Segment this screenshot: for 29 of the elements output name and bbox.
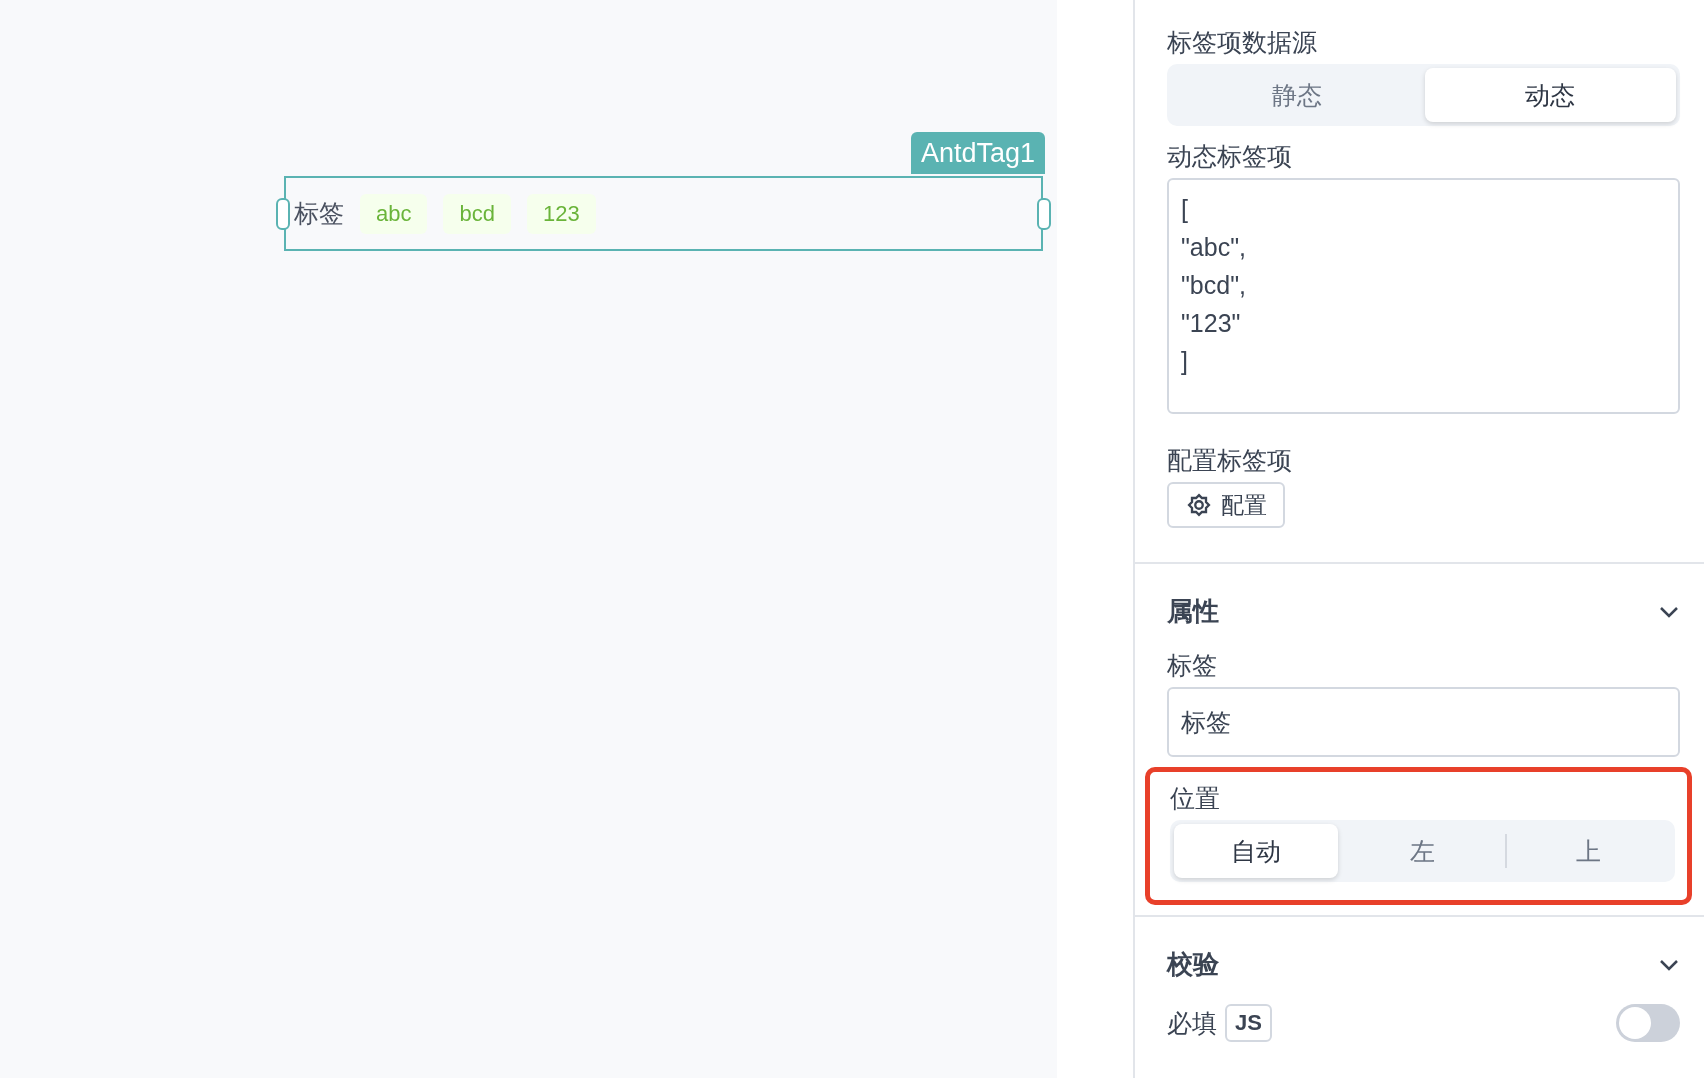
selection-frame[interactable] xyxy=(284,176,1043,251)
chevron-icon[interactable] xyxy=(1658,604,1680,619)
segment-option[interactable]: 自动 xyxy=(1174,824,1339,878)
segment-option[interactable]: 动态 xyxy=(1424,68,1676,122)
field-label: 标签项数据源 xyxy=(1167,27,1318,58)
chevron-icon[interactable] xyxy=(1658,957,1680,972)
tag: 123 xyxy=(526,193,596,234)
code-editor-field[interactable]: [ "abc", "bcd", "123" ] xyxy=(1167,178,1680,414)
required-toggle[interactable] xyxy=(1616,1004,1680,1042)
segment-option[interactable]: 左 xyxy=(1340,824,1505,878)
section-title: 属性 xyxy=(1167,595,1219,628)
settings-icon xyxy=(1185,491,1213,519)
field-label: 位置 xyxy=(1170,783,1221,814)
tag: bcd xyxy=(443,193,511,234)
tag: abc xyxy=(360,193,428,234)
field-label: 配置标签项 xyxy=(1167,445,1293,476)
resize-handle[interactable] xyxy=(276,198,290,230)
field-label: 必填 xyxy=(1167,1008,1217,1039)
label-input-field[interactable]: 标签 xyxy=(1167,687,1680,757)
field-label: 标签 xyxy=(1167,650,1218,681)
tag-label: 标签 xyxy=(294,198,344,229)
configure-button[interactable]: 配置 xyxy=(1167,482,1285,528)
resize-handle[interactable] xyxy=(1037,198,1051,230)
js-badge[interactable]: JS xyxy=(1225,1004,1272,1042)
field-label: 动态标签项 xyxy=(1167,141,1293,172)
segment-option[interactable]: 上 xyxy=(1506,824,1671,878)
section-title: 校验 xyxy=(1167,948,1219,981)
segment-option[interactable]: 静态 xyxy=(1171,68,1423,122)
component-name-tag: AntdTag1 xyxy=(910,132,1045,174)
